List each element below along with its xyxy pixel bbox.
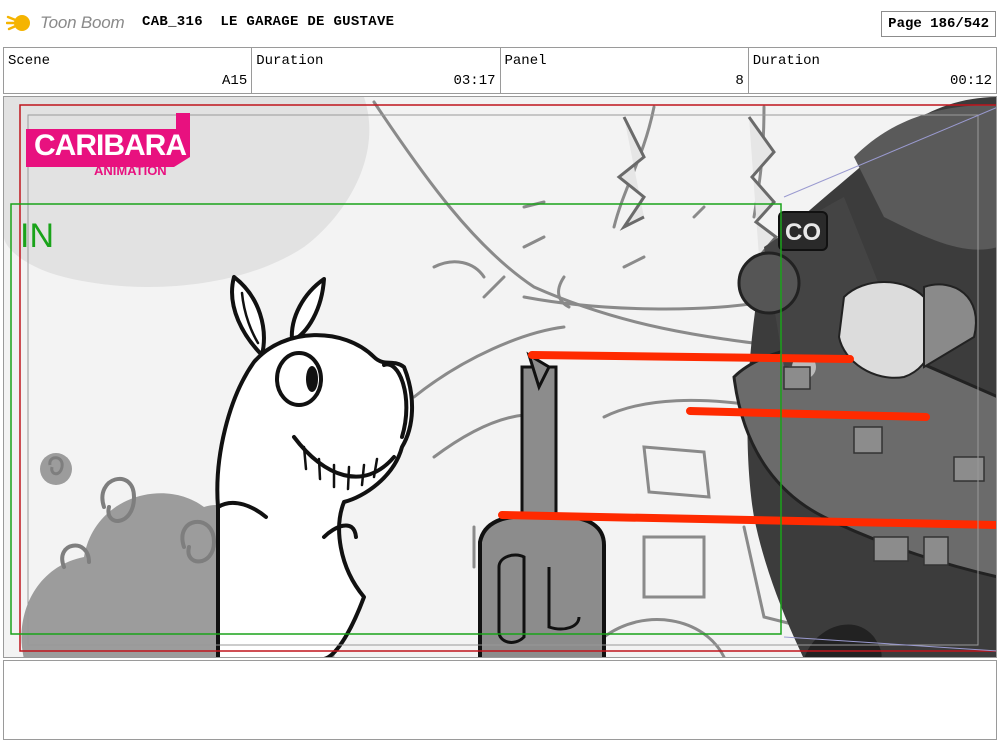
panel-field[interactable]: Panel 8 [501, 48, 749, 93]
top-bar: Toon Boom CAB_316 LE GARAGE DE GUSTAVE P… [0, 0, 1000, 46]
brand-name: Toon Boom [40, 13, 125, 32]
episode-title: LE GARAGE DE GUSTAVE [220, 14, 395, 30]
panel-duration-value: 00:12 [949, 73, 992, 89]
info-fields: Scene A15 Duration 03:17 Panel 8 Duratio… [3, 47, 997, 94]
scene-value: A15 [222, 73, 248, 89]
scene-label: Scene [8, 53, 51, 69]
caribara-logo-text: CARIBARA [34, 129, 187, 162]
page-indicator: Page 186/542 [881, 11, 996, 37]
panel-duration-label: Duration [752, 53, 820, 69]
scene-duration-value: 03:17 [453, 73, 496, 89]
notes-area[interactable] [3, 660, 997, 740]
toon-boom-star-icon [6, 15, 30, 31]
caribara-logo-subtext: ANIMATION [94, 163, 167, 178]
panel-value: 8 [735, 73, 744, 89]
scene-duration-label: Duration [256, 53, 324, 69]
scene-field[interactable]: Scene A15 [4, 48, 253, 93]
panel-label: Panel [504, 53, 547, 69]
storyboard-panel[interactable]: CO CARIBARA ANIMATION IN [3, 96, 997, 658]
project-code: CAB_316 [142, 14, 203, 30]
panel-artwork: CO [4, 97, 996, 657]
document-title: CAB_316 LE GARAGE DE GUSTAVE [142, 14, 394, 30]
sign-text: CO [785, 219, 821, 246]
toon-boom-logo: Toon Boom [6, 8, 125, 38]
panel-duration-field[interactable]: Duration 00:12 [749, 48, 996, 93]
scene-duration-field[interactable]: Duration 03:17 [252, 48, 501, 93]
in-frame-label: IN [20, 217, 54, 255]
